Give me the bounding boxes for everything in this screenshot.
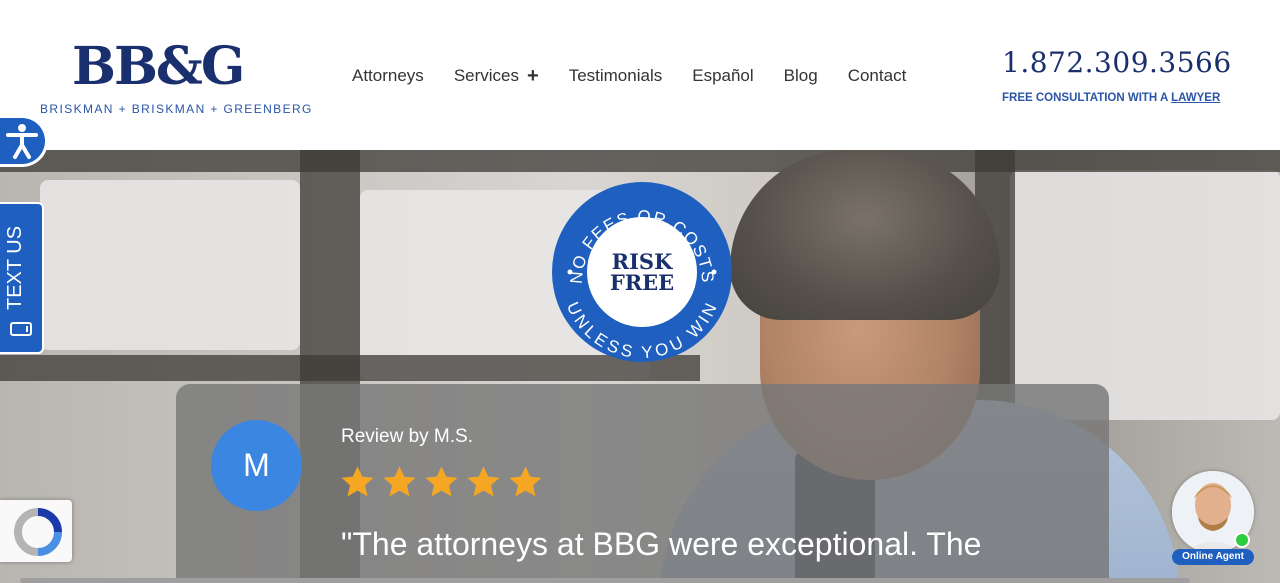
review-card: M Review by M.S. "The attorneys at BBG w… [176, 384, 1109, 583]
phone-number[interactable]: 1.872.309.3566 [1002, 46, 1232, 79]
main-nav: Attorneys Services + Testimonials Español… [352, 66, 936, 86]
review-quote: "The attorneys at BBG were exceptional. … [341, 526, 982, 562]
star-icon [383, 466, 416, 497]
online-status-dot [1234, 532, 1250, 548]
accessibility-icon [6, 124, 38, 159]
badge-line1: RISK [611, 249, 673, 274]
nav-item-contact[interactable]: Contact [848, 66, 907, 86]
recaptcha-badge[interactable] [0, 500, 72, 562]
consult-text: FREE CONSULTATION WITH A LAWYER [1002, 92, 1220, 104]
star-icon [341, 466, 374, 497]
lawyer-link[interactable]: LAWYER [1171, 92, 1220, 104]
logo-subtitle: BRISKMAN + BRISKMAN + GREENBERG [40, 102, 313, 116]
star-icon [467, 466, 500, 497]
nav-label: Español [692, 66, 754, 85]
text-us-label: TEXT US [4, 225, 26, 310]
horizontal-scrollbar[interactable] [20, 578, 1190, 583]
reviewer-avatar: M [211, 420, 302, 511]
badge-center: RISK FREE [587, 217, 697, 327]
consult-label: FREE CONSULTATION WITH A [1002, 92, 1172, 104]
online-agent-label[interactable]: Online Agent [1172, 549, 1254, 565]
nav-item-testimonials[interactable]: Testimonials [569, 66, 663, 86]
risk-free-badge: NO FEES OR COSTS UNLESS YOU WIN RISK FRE… [552, 182, 732, 362]
phone-icon [10, 322, 32, 336]
site-header: BB&G BRISKMAN + BRISKMAN + GREENBERG Att… [0, 0, 1280, 150]
site-logo[interactable]: BB&G BRISKMAN + BRISKMAN + GREENBERG [40, 36, 311, 120]
nav-label: Contact [847, 66, 907, 85]
logo-mark: BB&G [72, 36, 245, 97]
nav-item-blog[interactable]: Blog [784, 66, 818, 86]
nav-label: Blog [783, 66, 818, 85]
star-icon [425, 466, 458, 497]
background-window [40, 180, 300, 350]
nav-label: Testimonials [568, 66, 663, 85]
badge-line2: FREE [609, 270, 675, 295]
star-icon [509, 466, 542, 497]
plus-icon[interactable]: + [527, 66, 539, 86]
nav-item-attorneys[interactable]: Attorneys [352, 66, 424, 86]
nav-item-services[interactable]: Services + [454, 66, 539, 86]
review-author: Review by M.S. [341, 426, 473, 447]
recaptcha-icon [14, 508, 62, 556]
nav-label: Attorneys [352, 66, 424, 85]
photo-hair [730, 150, 1000, 320]
nav-item-espanol[interactable]: Español [692, 66, 753, 86]
text-us-button[interactable]: TEXT US [0, 202, 44, 354]
star-rating [339, 464, 544, 501]
accessibility-button[interactable] [0, 115, 48, 167]
nav-label: Services [453, 66, 519, 85]
